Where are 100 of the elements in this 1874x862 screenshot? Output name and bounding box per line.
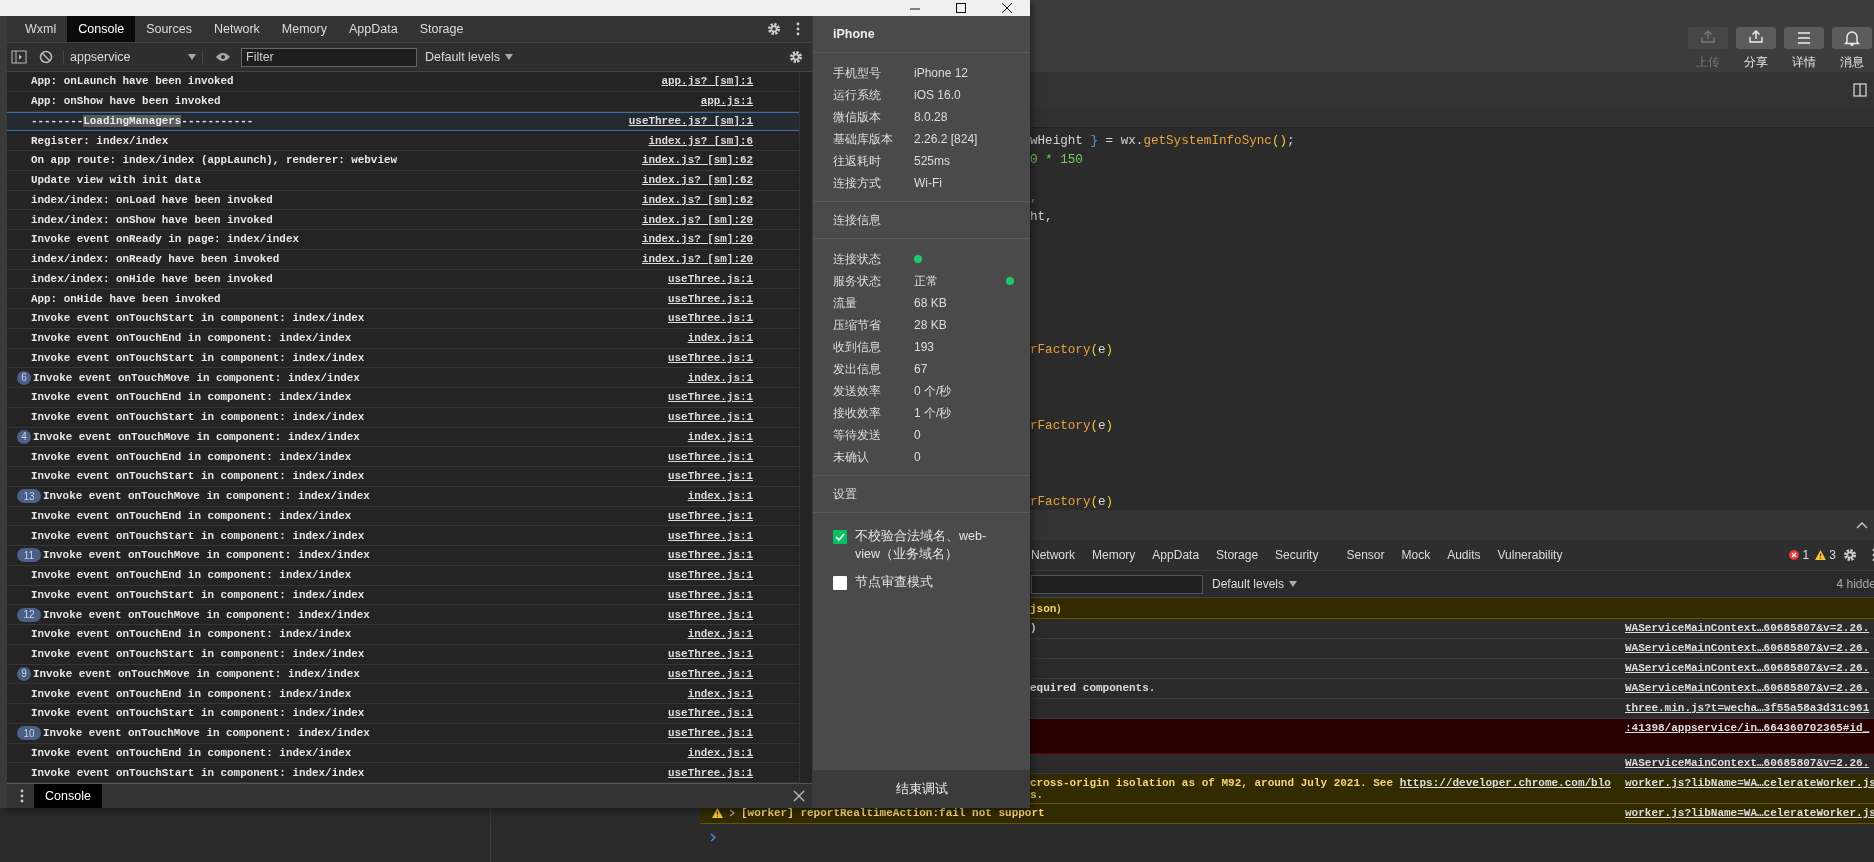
prompt-chevron-icon[interactable] xyxy=(710,833,716,842)
source-link[interactable]: index.js? [sm]:20 xyxy=(641,233,753,246)
checkbox[interactable] xyxy=(833,530,847,544)
levels-dropdown[interactable]: Default levels xyxy=(1212,577,1298,591)
code-line: wHeight } = wx.getSystemInfoSync(); xyxy=(1030,133,1295,150)
info-value: iOS 16.0 xyxy=(914,88,962,102)
filter-field[interactable] xyxy=(1031,574,1203,594)
info-value: 525ms xyxy=(914,154,952,168)
toolbar-button[interactable] xyxy=(1784,27,1824,49)
log-message: Invoke event onTouchStart in component: index/index xyxy=(30,351,366,364)
split-view-icon[interactable] xyxy=(1853,82,1867,97)
source-link[interactable]: index.js? [sm]:20 xyxy=(641,213,753,226)
toolbar-button[interactable] xyxy=(1832,27,1872,49)
info-value: 193 xyxy=(914,340,936,354)
filter-field[interactable]: Filter xyxy=(241,47,417,67)
levels-dropdown[interactable]: Default levels xyxy=(425,50,514,64)
source-link[interactable]: useThree.js:1 xyxy=(668,667,753,680)
close-icon[interactable] xyxy=(999,1,1015,15)
checkbox[interactable] xyxy=(833,576,847,590)
devtools-tab[interactable]: AppData xyxy=(338,16,409,42)
devtools-tab[interactable]: Sources xyxy=(135,16,203,42)
source-link[interactable]: index.js:1 xyxy=(687,332,753,345)
drawer-tab[interactable]: Console xyxy=(34,784,102,808)
source-link[interactable]: WAServiceMainContext…60685807&v=2.26. xyxy=(1625,679,1870,694)
source-link[interactable]: index.js:1 xyxy=(687,371,753,384)
block-icon[interactable] xyxy=(39,50,53,64)
source-link[interactable]: index.js? [sm]:62 xyxy=(641,154,753,167)
source-link[interactable]: index.js:1 xyxy=(687,687,753,700)
more-icon[interactable] xyxy=(796,22,800,36)
more-icon[interactable] xyxy=(20,789,24,803)
source-link[interactable]: :41398/appservice/in…664360702365#id_ xyxy=(1625,719,1870,734)
source-link[interactable]: useThree.js:1 xyxy=(668,411,753,424)
devtools-tab[interactable]: Console xyxy=(67,16,136,42)
toolbar-button[interactable] xyxy=(1736,27,1776,49)
source-link[interactable]: useThree.js:1 xyxy=(668,648,753,661)
log-message: Invoke event onTouchMove in component: index/index xyxy=(33,371,361,384)
devtools-tab[interactable]: Security xyxy=(1267,548,1327,562)
source-link[interactable]: WAServiceMainContext…60685807&v=2.26. xyxy=(1625,619,1870,634)
source-link[interactable]: three.min.js?t=wecha…3f55a58a3d31c961 xyxy=(1625,699,1870,714)
source-link[interactable]: index.js? [sm]:62 xyxy=(641,193,753,206)
devtools-tab[interactable]: Vulnerability xyxy=(1489,548,1571,562)
source-link[interactable]: useThree.js:1 xyxy=(668,470,753,483)
settings-icon[interactable] xyxy=(1841,547,1858,563)
maximize-icon[interactable] xyxy=(953,1,969,15)
settings-icon[interactable] xyxy=(766,21,782,37)
device-name: iPhone xyxy=(813,16,1030,53)
source-link[interactable]: useThree.js:1 xyxy=(668,450,753,463)
log-message: index/index: onLoad have been invoked xyxy=(30,193,274,206)
context-dropdown[interactable]: appservice xyxy=(63,50,203,64)
eye-icon[interactable] xyxy=(215,52,231,62)
source-link[interactable]: useThree.js:1 xyxy=(668,351,753,364)
source-link[interactable]: index.js:1 xyxy=(687,628,753,641)
source-link[interactable]: useThree.js:1 xyxy=(668,529,753,542)
source-link[interactable]: index.js? [sm]:62 xyxy=(641,174,753,187)
source-link[interactable]: useThree.js:1 xyxy=(668,509,753,522)
devtools-tab[interactable]: Memory xyxy=(270,16,338,42)
devtools-tab[interactable]: Storage xyxy=(408,16,475,42)
bell-icon[interactable] xyxy=(1842,28,1862,48)
source-link[interactable]: WAServiceMainContext…60685807&v=2.26. xyxy=(1625,659,1870,674)
source-link[interactable]: index.js? [sm]:6 xyxy=(648,134,753,147)
count-badge: 4 xyxy=(17,429,31,444)
info-value: 8.0.28 xyxy=(914,110,949,124)
source-link[interactable]: useThree.js:1 xyxy=(668,272,753,285)
devtools-tab[interactable]: AppData xyxy=(1144,548,1208,562)
source-link[interactable]: WAServiceMainContext…60685807&v=2.26. xyxy=(1625,754,1870,769)
source-link[interactable]: useThree.js:1 xyxy=(668,569,753,582)
log-message: Invoke event onTouchStart in component: index/index xyxy=(30,411,366,424)
source-link[interactable]: useThree.js:1 xyxy=(668,588,753,601)
more-icon[interactable] xyxy=(1871,548,1874,562)
chevron-up-icon[interactable] xyxy=(1855,521,1868,529)
log-link[interactable]: https://developer.chrome.com/blo xyxy=(1399,777,1611,789)
source-link[interactable]: index.js? [sm]:20 xyxy=(641,253,753,266)
devtools-tab[interactable]: Audits xyxy=(1439,548,1489,562)
source-link[interactable]: useThree.js:1 xyxy=(668,707,753,720)
source-link[interactable]: WAServiceMainContext…60685807&v=2.26. xyxy=(1625,639,1870,654)
source-link[interactable]: app.js:1 xyxy=(700,95,753,108)
source-link[interactable]: useThree.js:1 xyxy=(668,312,753,325)
source-link[interactable]: useThree.js:1 xyxy=(668,766,753,779)
warning-count: 3 xyxy=(1829,548,1836,562)
devtools-tab[interactable]: Memory xyxy=(1084,548,1144,562)
devtools-tab[interactable]: Wxml xyxy=(14,16,68,42)
source-link[interactable]: useThree.js:1 xyxy=(668,292,753,305)
source-link[interactable]: useThree.js:1 xyxy=(668,608,753,621)
source-link[interactable]: index.js:1 xyxy=(687,490,753,503)
source-link[interactable]: useThree.js:1 xyxy=(668,391,753,404)
devtools-tab[interactable]: Mock xyxy=(1393,548,1439,562)
source-link[interactable]: useThree.js? [sm]:1 xyxy=(628,115,753,128)
end-debug-button[interactable]: 结束调试 xyxy=(813,770,1030,808)
devtools-tab[interactable]: Network xyxy=(203,16,271,42)
devtools-tab[interactable]: Sensor xyxy=(1338,548,1393,562)
settings-icon[interactable] xyxy=(788,49,804,65)
source-link[interactable]: index.js:1 xyxy=(687,430,753,443)
devtools-tab[interactable]: Network xyxy=(1031,548,1083,562)
source-link[interactable]: useThree.js:1 xyxy=(668,549,753,562)
close-icon[interactable] xyxy=(793,790,805,802)
source-link[interactable]: app.js? [sm]:1 xyxy=(661,75,753,88)
source-link[interactable]: index.js:1 xyxy=(687,746,753,759)
sidebar-toggle-icon[interactable] xyxy=(11,50,27,64)
devtools-tab[interactable]: Storage xyxy=(1208,548,1267,562)
source-link[interactable]: useThree.js:1 xyxy=(668,727,753,740)
